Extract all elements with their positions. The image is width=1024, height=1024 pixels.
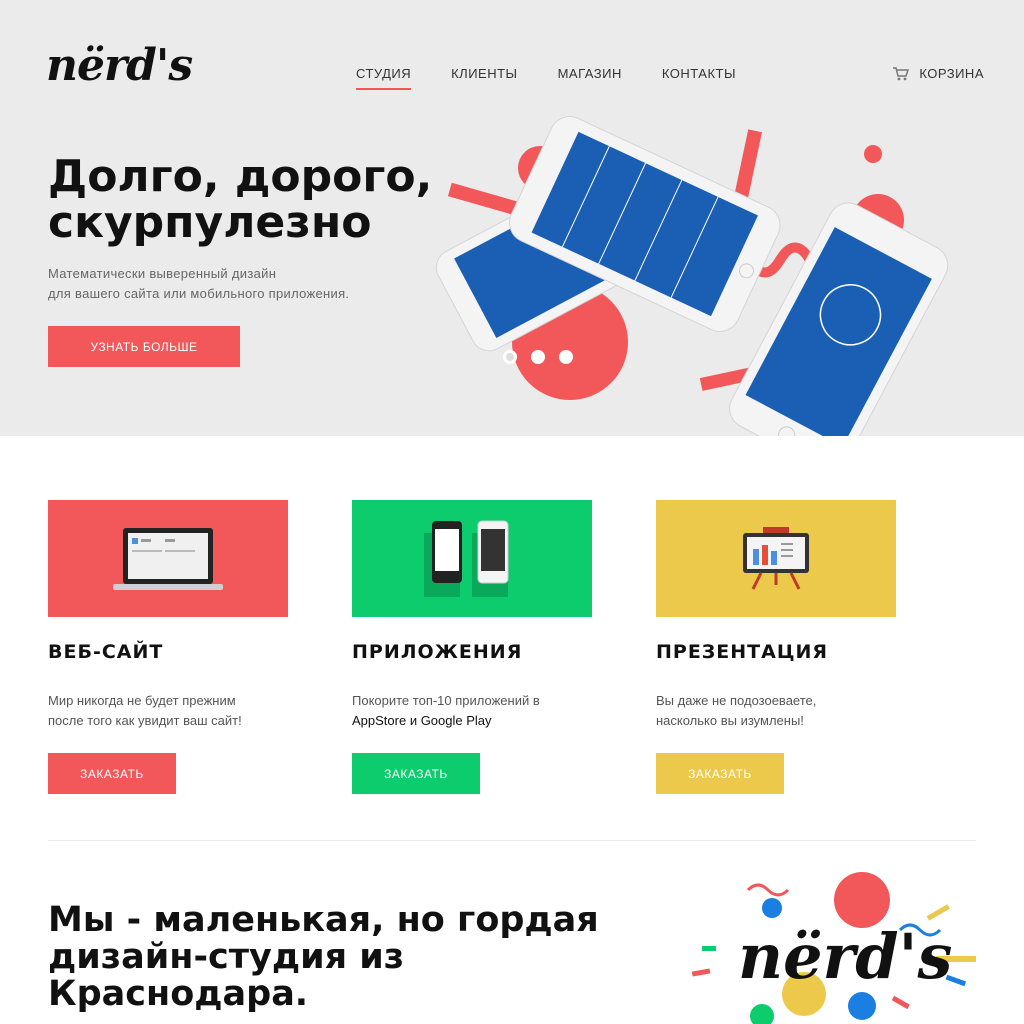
slider-dot[interactable] — [503, 350, 517, 364]
about-heading: Мы - маленькая, но гордая дизайн-студия … — [48, 902, 648, 1013]
nav-item-shop[interactable]: МАГАЗИН — [558, 66, 622, 90]
presentation-board-icon — [743, 526, 809, 590]
website-card-title: ВЕБ-САЙТ — [48, 641, 164, 663]
cart-icon — [893, 66, 910, 80]
hero-phones-illustration — [435, 116, 949, 436]
nav-item-contacts[interactable]: КОНТАКТЫ — [662, 66, 736, 90]
slider-dot[interactable] — [559, 350, 573, 364]
slider-dot[interactable] — [531, 350, 545, 364]
logo[interactable]: nërd's — [46, 40, 193, 91]
website-card-text: Мир никогда не будет прежним после того … — [48, 691, 288, 731]
apps-card-image — [352, 500, 592, 617]
order-presentation-button[interactable]: ЗАКАЗАТЬ — [656, 753, 784, 794]
cart-link[interactable]: КОРЗИНА — [893, 66, 984, 81]
phones-icon — [424, 520, 509, 597]
hero-subtitle-line2: для вашего сайта или мобильного приложен… — [48, 286, 350, 301]
presentation-card-text-line2: насколько вы изумлены! — [656, 713, 804, 728]
main-nav: СТУДИЯ КЛИЕНТЫ МАГАЗИН КОНТАКТЫ — [356, 66, 736, 90]
apps-card-title: ПРИЛОЖЕНИЯ — [352, 641, 523, 663]
presentation-card-title: ПРЕЗЕНТАЦИЯ — [656, 641, 829, 663]
apps-card-text: Покорите топ-10 приложений в AppStore и … — [352, 691, 592, 731]
hero-title-line2: скурпулезно — [48, 197, 372, 248]
hero-title-line1: Долго, дорого, — [48, 151, 433, 202]
website-card-text-line2: после того как увидит ваш сайт! — [48, 713, 242, 728]
nav-item-studio[interactable]: СТУДИЯ — [356, 66, 412, 90]
presentation-card-text: Вы даже не подозоеваете, насколько вы из… — [656, 691, 896, 731]
laptop-icon — [113, 527, 223, 590]
service-card-apps: ПРИЛОЖЕНИЯ Покорите топ-10 приложений в … — [352, 500, 592, 794]
section-divider — [48, 840, 976, 841]
about-line3: Краснодара. — [48, 974, 309, 1014]
presentation-card-image — [656, 500, 896, 617]
nav-item-clients[interactable]: КЛИЕНТЫ — [451, 66, 517, 90]
learn-more-button[interactable]: УЗНАТЬ БОЛЬШЕ — [48, 326, 240, 367]
apps-card-text-line2: AppStore и Google Play — [352, 713, 492, 728]
nerds-logo-illustration: nërd's — [691, 872, 976, 1024]
hero-title: Долго, дорого, скурпулезно — [48, 154, 448, 246]
service-card-presentation: ПРЕЗЕНТАЦИЯ Вы даже не подозоеваете, нас… — [656, 500, 896, 794]
presentation-card-text-line1: Вы даже не подозоеваете, — [656, 693, 817, 708]
hero-slider-dots — [503, 350, 573, 364]
order-website-button[interactable]: ЗАКАЗАТЬ — [48, 753, 176, 794]
service-card-website: ВЕБ-САЙТ Мир никогда не будет прежним по… — [48, 500, 288, 794]
website-card-image — [48, 500, 288, 617]
website-card-text-line1: Мир никогда не будет прежним — [48, 693, 236, 708]
hero-subtitle: Математически выверенный дизайн для ваше… — [48, 264, 408, 304]
hero-subtitle-line1: Математически выверенный дизайн — [48, 266, 277, 281]
hero-section: nërd's СТУДИЯ КЛИЕНТЫ МАГАЗИН КОНТАКТЫ К… — [0, 0, 1024, 436]
cart-label: КОРЗИНА — [919, 66, 984, 81]
about-line1: Мы - маленькая, но гордая — [48, 900, 599, 940]
order-apps-button[interactable]: ЗАКАЗАТЬ — [352, 753, 480, 794]
apps-card-text-line1: Покорите топ-10 приложений в — [352, 693, 540, 708]
about-line2: дизайн-студия из — [48, 937, 405, 977]
svg-text:nërd's: nërd's — [738, 920, 952, 993]
